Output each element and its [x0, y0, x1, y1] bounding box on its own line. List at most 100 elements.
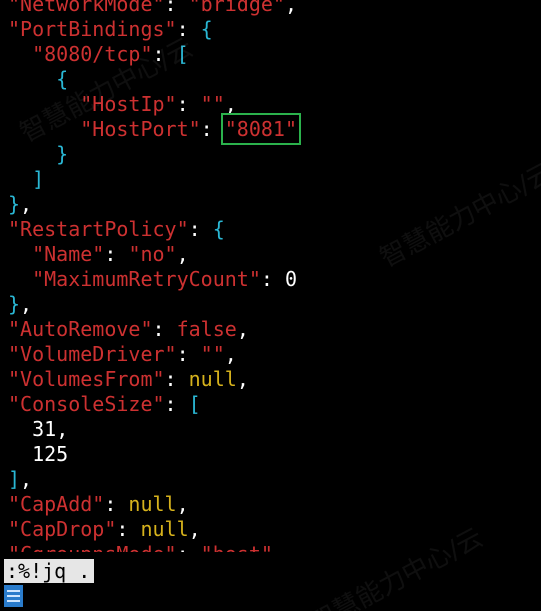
- json-token: ,: [188, 517, 201, 541]
- json-token: "HostIp": [80, 92, 177, 116]
- json-token: :: [164, 367, 189, 391]
- json-line: "CapDrop": null,: [8, 517, 201, 542]
- json-token: "MaximumRetryCount": [32, 267, 261, 291]
- json-token: 31: [32, 417, 57, 441]
- json-token: :: [152, 317, 177, 341]
- json-line: "VolumesFrom": null,: [8, 367, 249, 392]
- json-token: "8080/tcp": [32, 42, 153, 66]
- json-token: :: [104, 242, 129, 266]
- json-token: "AutoRemove": [8, 317, 153, 341]
- json-token: {: [212, 217, 225, 241]
- cursor-block: [4, 585, 23, 607]
- cursor-line-icon: [7, 590, 20, 592]
- cursor-line-icon: [7, 600, 20, 602]
- json-token: "HostPort": [80, 117, 201, 141]
- json-token: "NetworkMode": [8, 0, 165, 16]
- json-token: [: [188, 392, 201, 416]
- json-token: "VolumeDriver": [8, 342, 177, 366]
- json-token: "bridge": [188, 0, 285, 16]
- json-line: "NetworkMode": "bridge",: [8, 0, 297, 17]
- json-token: :: [177, 542, 201, 552]
- json-token: null: [140, 517, 189, 541]
- json-line: "AutoRemove": false,: [8, 317, 249, 342]
- json-token: ,: [224, 342, 237, 366]
- json-line: "VolumeDriver": "",: [8, 342, 237, 367]
- json-token: "ConsoleSize": [8, 392, 165, 416]
- json-token: {: [56, 67, 69, 91]
- json-token: ,: [236, 367, 249, 391]
- json-line: {: [8, 67, 68, 92]
- json-token: ,: [20, 467, 33, 491]
- json-token: 125: [32, 442, 69, 466]
- json-token: "": [200, 92, 225, 116]
- cursor-line-icon: [7, 595, 20, 597]
- json-token: :: [176, 342, 201, 366]
- json-line: ],: [8, 467, 32, 492]
- json-token: :: [152, 42, 177, 66]
- json-token: "CgroupnsMode": [8, 542, 177, 552]
- json-token: ,: [176, 242, 189, 266]
- json-line: ]: [8, 167, 44, 192]
- json-token: ]: [8, 467, 21, 491]
- json-token: "no": [128, 242, 177, 266]
- json-token: "VolumesFrom": [8, 367, 165, 391]
- json-token: "CapAdd": [8, 492, 105, 516]
- json-token: ,: [20, 192, 33, 216]
- json-token: ,: [176, 492, 189, 516]
- json-token: :: [164, 392, 189, 416]
- json-line: "Name": "no",: [8, 242, 189, 267]
- json-token: }: [56, 142, 69, 166]
- json-token: :: [164, 0, 189, 16]
- json-token: ,: [273, 542, 285, 552]
- json-token: false: [176, 317, 237, 341]
- json-token: "": [200, 342, 225, 366]
- json-line: 31,: [8, 417, 68, 442]
- json-token: :: [116, 517, 141, 541]
- json-line: "PortBindings": {: [8, 17, 213, 42]
- json-token: :: [176, 17, 201, 41]
- json-line: "HostPort": "8081": [8, 113, 302, 145]
- json-line: },: [8, 192, 32, 217]
- json-token: :: [104, 492, 129, 516]
- json-token: :: [260, 267, 285, 291]
- json-token: 0: [284, 267, 298, 291]
- json-line: }: [8, 142, 68, 167]
- json-token: ,: [56, 417, 69, 441]
- json-line: "CgroupnsMode": "host",: [8, 542, 285, 552]
- vim-command-line[interactable]: :%!jq .: [4, 559, 95, 583]
- json-token: :: [200, 117, 225, 141]
- json-token: null: [128, 492, 177, 516]
- json-line: 125: [8, 442, 68, 467]
- json-token: ,: [224, 92, 237, 116]
- json-token: {: [200, 17, 213, 41]
- json-line: "CapAdd": null,: [8, 492, 189, 517]
- highlighted-host-port-value: "8081": [220, 113, 302, 145]
- json-line: "ConsoleSize": [: [8, 392, 201, 417]
- terminal-output: "NetworkMode": "bridge", "PortBindings": …: [0, 0, 541, 552]
- json-line: "HostIp": "",: [8, 92, 237, 117]
- json-token: "Name": [32, 242, 105, 266]
- json-line: "MaximumRetryCount": 0: [8, 267, 297, 292]
- json-token: "RestartPolicy": [8, 217, 189, 241]
- json-token: :: [176, 92, 201, 116]
- json-token: null: [188, 367, 237, 391]
- json-token: ,: [20, 292, 33, 316]
- json-token: "CapDrop": [8, 517, 117, 541]
- json-line: "RestartPolicy": {: [8, 217, 225, 242]
- json-line: "8080/tcp": [: [8, 42, 189, 67]
- json-token: "host": [201, 542, 273, 552]
- json-line: },: [8, 292, 32, 317]
- json-token: "PortBindings": [8, 17, 177, 41]
- json-token: }: [8, 292, 21, 316]
- json-token: [: [176, 42, 189, 66]
- json-token: :: [188, 217, 213, 241]
